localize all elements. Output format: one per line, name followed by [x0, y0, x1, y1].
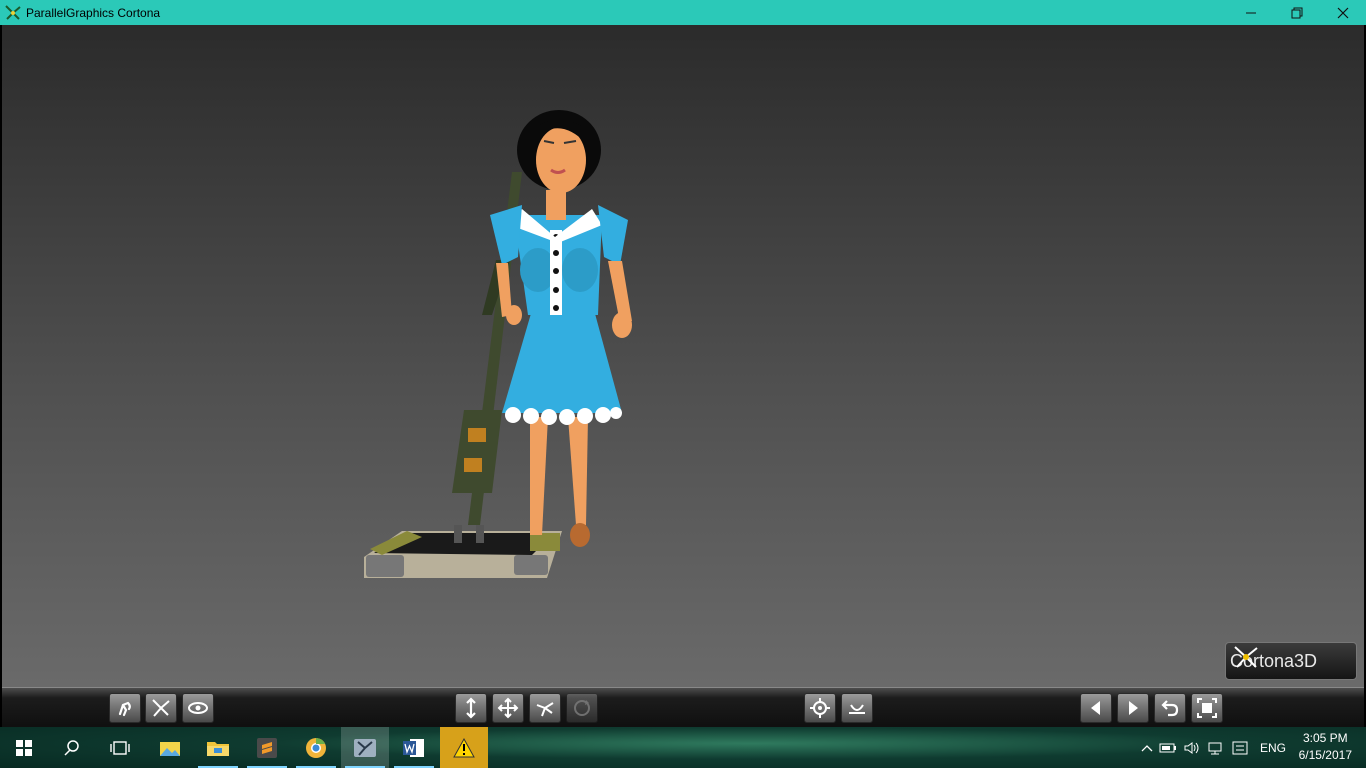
notification-icon	[1232, 741, 1248, 754]
taskbar-sublime[interactable]	[243, 727, 291, 768]
word-icon	[403, 738, 424, 757]
network-icon	[1208, 742, 1222, 754]
scene	[364, 110, 632, 578]
sublime-icon	[257, 737, 277, 758]
align-icon	[849, 704, 865, 714]
fit-icon	[1197, 698, 1217, 718]
language-indicator[interactable]: ENG	[1260, 741, 1286, 755]
start-icon	[16, 739, 32, 756]
fly-icon	[152, 699, 170, 717]
chevron-up-icon	[1141, 744, 1153, 751]
align-button[interactable]	[841, 693, 873, 723]
close-icon	[1337, 7, 1349, 18]
cortona-app-icon	[5, 4, 21, 20]
search-icon	[64, 739, 79, 756]
plan-icon	[466, 697, 476, 719]
photos-icon	[160, 741, 180, 756]
turn-icon	[536, 702, 554, 717]
tray-action-center[interactable]	[1228, 741, 1252, 755]
fly-button[interactable]	[145, 693, 177, 723]
fit-button[interactable]	[1191, 693, 1223, 723]
system-tray: ENG	[1138, 727, 1286, 768]
pan-button[interactable]	[492, 693, 524, 723]
pan-icon	[497, 697, 519, 719]
taskbar-warning[interactable]	[440, 727, 488, 768]
restore-icon	[1291, 7, 1303, 18]
window-title: ParallelGraphics Cortona	[26, 5, 161, 20]
taskbar-chrome-canary[interactable]	[292, 727, 340, 768]
chrome-canary-icon	[306, 737, 326, 758]
taskbar-cortona[interactable]	[341, 727, 389, 768]
walk-button[interactable]	[109, 693, 141, 723]
clock-date: 6/15/2017	[1298, 748, 1352, 762]
taskbar: ENG 3:05 PM 6/15/2017	[0, 727, 1366, 768]
battery-icon	[1159, 743, 1176, 752]
previous-viewpoint-button[interactable]	[1080, 693, 1112, 723]
close-button[interactable]	[1320, 0, 1366, 25]
restore-view-icon	[1161, 700, 1179, 717]
cortona3d-logo: Cortona3D	[1225, 642, 1357, 680]
next-viewpoint-button[interactable]	[1117, 693, 1149, 723]
character-model	[490, 110, 632, 547]
task-view-icon	[110, 740, 130, 755]
study-icon	[188, 702, 208, 714]
restore-button[interactable]	[1274, 0, 1320, 25]
goto-icon	[810, 698, 830, 718]
clock[interactable]: 3:05 PM 6/15/2017	[1299, 730, 1352, 764]
navigation-toolbar	[2, 687, 1364, 728]
roll-button[interactable]	[566, 693, 598, 723]
start-button[interactable]	[0, 727, 48, 768]
study-button[interactable]	[182, 693, 214, 723]
tray-volume[interactable]	[1180, 741, 1204, 755]
next-viewpoint-icon	[1129, 701, 1138, 715]
task-view-button[interactable]	[96, 727, 144, 768]
turn-button[interactable]	[529, 693, 561, 723]
walk-icon	[118, 701, 131, 717]
file-explorer-icon	[207, 741, 229, 756]
tray-network[interactable]	[1204, 741, 1228, 755]
taskbar-file-explorer[interactable]	[194, 727, 242, 768]
cortona-star-icon	[1234, 646, 1258, 668]
taskbar-photos[interactable]	[146, 727, 194, 768]
title-bar: ParallelGraphics Cortona	[0, 0, 1366, 25]
tray-battery[interactable]	[1156, 741, 1180, 755]
3d-viewport[interactable]: Cortona3D	[2, 25, 1364, 687]
volume-icon	[1184, 741, 1199, 754]
goto-button[interactable]	[804, 693, 836, 723]
minimize-icon	[1246, 12, 1256, 13]
taskbar-word[interactable]	[390, 727, 438, 768]
prev-viewpoint-icon	[1091, 701, 1100, 715]
restore-view-button[interactable]	[1154, 693, 1186, 723]
tray-overflow[interactable]	[1138, 743, 1156, 753]
search-button[interactable]	[48, 727, 96, 768]
warning-icon	[453, 737, 475, 757]
roll-icon	[574, 700, 590, 716]
clock-time: 3:05 PM	[1302, 731, 1348, 745]
minimize-button[interactable]	[1228, 0, 1274, 25]
cortona-icon	[354, 738, 376, 757]
plan-button[interactable]	[455, 693, 487, 723]
